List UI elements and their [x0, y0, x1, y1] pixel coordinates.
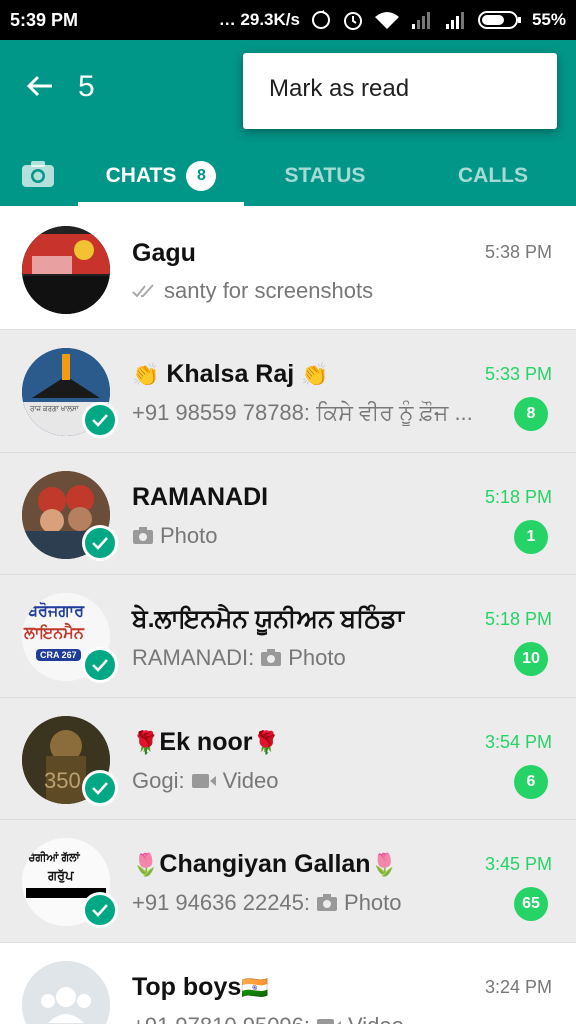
camera-icon — [260, 649, 282, 667]
chat-time: 5:38 PM — [484, 242, 552, 262]
chat-row[interactable]: ਰਾਜ ਕਰੇਗਾ ਖਾਲਸਾ 👏 Khalsa Raj 👏 5:33 PM +… — [0, 330, 576, 453]
back-button[interactable] — [20, 68, 60, 104]
selected-check-icon — [82, 769, 118, 806]
india-flag-icon: 🇮🇳 — [241, 975, 269, 1001]
avatar-text: CRA 267 — [36, 649, 81, 662]
avatar — [22, 226, 110, 314]
signal-icon — [444, 10, 468, 30]
chat-name: Top boys🇮🇳 — [132, 972, 269, 1001]
group-placeholder-icon — [22, 960, 110, 1024]
tab-chats[interactable]: CHATS 8 — [78, 146, 244, 206]
double-check-icon — [132, 284, 154, 298]
chat-name: ਬੇ.ਲਾਇਨਮੈਨ ਯੂਨੀਅਨ ਬਠਿੰਡਾ — [132, 605, 405, 634]
avatar-text: ਲਾਇਨਮੈਨ — [24, 625, 84, 643]
selected-count: 5 — [78, 70, 95, 103]
tab-calls[interactable]: CALLS — [410, 146, 576, 206]
chat-time: 3:54 PM — [484, 731, 552, 752]
camera-icon — [316, 894, 338, 912]
tab-chats-label: CHATS — [105, 164, 177, 187]
avatar-text: ਗਰੁੱਪ — [48, 868, 74, 884]
chat-preview: Gogi: Video — [132, 767, 279, 793]
chat-time: 3:24 PM — [484, 976, 552, 997]
selected-check-icon — [82, 647, 118, 684]
selected-check-icon — [82, 402, 118, 438]
rose-icon: 🌹 — [252, 730, 280, 756]
chat-preview: +91 97810 95096: Video — [132, 1013, 492, 1024]
tab-camera[interactable] — [18, 154, 58, 194]
chat-name: RAMANADI — [132, 482, 269, 511]
chat-time: 5:33 PM — [484, 364, 552, 384]
selected-check-icon — [82, 524, 118, 561]
chat-preview: +91 98559 78788: ਕਿਸੇ ਵੀਰ ਨੂੰ ਫ਼ੌਜ ... — [132, 400, 473, 425]
chat-name: Gagu — [132, 239, 196, 267]
back-arrow-icon — [26, 75, 52, 97]
avatar-text: 350 — [44, 767, 81, 793]
camera-icon — [22, 161, 54, 187]
wifi-icon — [374, 10, 400, 30]
chat-time: 3:45 PM — [484, 854, 552, 875]
unread-badge: 6 — [514, 764, 548, 799]
avatar-text: ਚੰਗੀਆਂ ਗੱਲਾਂ — [28, 852, 80, 865]
chat-time: 5:18 PM — [484, 609, 552, 630]
chat-list: Gagu 5:38 PM santy for screenshots ਰਾਜ ਕ… — [0, 206, 576, 1024]
chat-name: 🌷Changiyan Gallan🌷 — [132, 850, 398, 879]
signal-weak-icon — [410, 10, 434, 30]
status-bar: 5:39 PM … 29.3K/s 55% — [0, 0, 576, 40]
chat-preview: +91 94636 22245: Photo — [132, 890, 402, 916]
tulip-icon: 🌷 — [370, 853, 398, 879]
status-time: 5:39 PM — [10, 10, 79, 30]
unread-badge: 10 — [514, 642, 548, 677]
tulip-icon: 🌷 — [132, 853, 160, 879]
video-icon — [316, 1018, 342, 1024]
battery-percent: 55% — [531, 10, 566, 29]
chat-row[interactable]: Top boys🇮🇳 3:24 PM +91 97810 95096: Vide… — [0, 943, 576, 1024]
tab-status[interactable]: STATUS — [244, 146, 406, 206]
chat-preview: Photo — [132, 523, 492, 549]
video-icon — [191, 773, 217, 789]
clapping-hands-icon: 👏 — [132, 363, 160, 388]
chat-name: 🌹Ek noor🌹 — [132, 727, 280, 756]
chat-preview: santy for screenshots — [132, 278, 492, 304]
alarm-icon — [342, 9, 364, 31]
selected-check-icon — [82, 892, 118, 929]
unread-badge: 1 — [514, 519, 548, 554]
unread-badge: 65 — [514, 887, 548, 922]
network-speed: … 29.3K/s — [218, 10, 300, 29]
chat-row[interactable]: RAMANADI 5:18 PM Photo 1 — [0, 452, 576, 576]
chat-row[interactable]: Gagu 5:38 PM santy for screenshots — [0, 206, 576, 330]
chat-row[interactable]: ਬੇਰੋਜਗਾਰ ਲਾਇਨਮੈਨ CRA 267 ਬੇ.ਲਾਇਨਮੈਨ ਯੂਨੀ… — [0, 575, 576, 698]
avatar — [22, 960, 110, 1024]
unread-badge: 8 — [514, 397, 548, 431]
sync-icon — [310, 9, 332, 31]
mark-as-read-menu-item[interactable]: Mark as read — [269, 75, 409, 103]
tab-bar: CHATS 8 STATUS CALLS — [0, 146, 576, 206]
avatar-text: ਬੇਰੋਜਗਾਰ — [28, 603, 84, 621]
camera-icon — [132, 526, 154, 545]
status-icons: … 29.3K/s 55% — [219, 9, 566, 31]
chat-time: 5:18 PM — [484, 486, 552, 507]
chat-preview: RAMANADI: Photo — [132, 645, 346, 671]
rose-icon: 🌹 — [132, 730, 160, 756]
chats-unread-badge: 8 — [186, 161, 217, 191]
battery-icon — [477, 10, 522, 30]
chat-name: 👏 Khalsa Raj 👏 — [132, 360, 329, 388]
chat-row[interactable]: ਚੰਗੀਆਂ ਗੱਲਾਂ ਗਰੁੱਪ 🌷Changiyan Gallan🌷 3:… — [0, 820, 576, 943]
chat-row[interactable]: 350 🌹Ek noor🌹 3:54 PM Gogi: Video 6 — [0, 697, 576, 821]
overflow-menu: Mark as read — [243, 53, 557, 129]
clapping-hands-icon: 👏 — [301, 363, 329, 388]
